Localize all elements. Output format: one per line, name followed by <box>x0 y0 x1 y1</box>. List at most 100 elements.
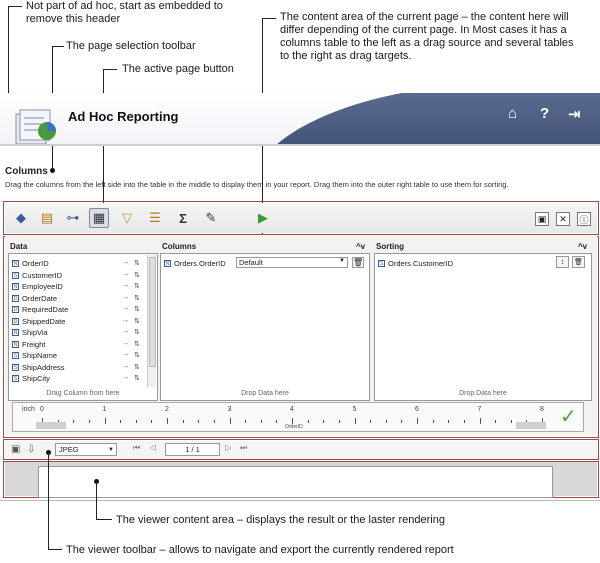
export-icon[interactable]: ⇩ <box>27 444 35 455</box>
data-panel-title: Data <box>10 242 28 251</box>
run-icon[interactable]: ▶ <box>253 208 273 228</box>
data-field-label: RequiredDate <box>22 305 69 314</box>
viewer-toolbar: ▣ ⇩ JPEG ▼ ⏮ ◁ 1 / 1 ▷ ⏭ <box>5 441 597 459</box>
add-sort-icon[interactable]: ⇅ <box>134 340 140 348</box>
grouping-icon[interactable]: ☰ <box>145 208 165 228</box>
sorting-collapse-icon[interactable]: ^v <box>578 242 587 251</box>
add-column-arrow-icon[interactable]: → <box>122 374 129 381</box>
sort-order-icon[interactable]: ↕ <box>556 256 569 268</box>
ruler-minor-tick <box>463 420 465 423</box>
checkmark-icon[interactable]: ✓ <box>560 404 577 429</box>
field-type-icon: D <box>12 294 19 302</box>
data-field-row[interactable]: S CustomerID <box>12 270 62 281</box>
columns-panel-title: Columns <box>162 242 197 251</box>
data-field-row[interactable]: N Freight <box>12 339 45 350</box>
data-field-row[interactable]: N EmployeeID <box>12 281 63 292</box>
field-type-icon: D <box>12 317 19 325</box>
ruler-tick <box>229 418 231 424</box>
next-page-icon[interactable]: ▷ <box>225 443 231 452</box>
ruler-number: 4 <box>290 406 294 413</box>
data-field-row[interactable]: N ShipVia <box>12 327 48 338</box>
add-column-arrow-icon[interactable]: → <box>122 259 129 266</box>
ruler-minor-tick <box>510 420 512 423</box>
add-sort-icon[interactable]: ⇅ <box>134 328 140 336</box>
data-field-row[interactable]: D RequiredDate <box>12 304 68 315</box>
columns-page-icon[interactable]: ▦ <box>89 208 109 228</box>
add-column-arrow-icon[interactable]: → <box>122 305 129 312</box>
data-field-label: ShipName <box>22 351 58 360</box>
add-column-arrow-icon[interactable]: → <box>122 271 129 278</box>
first-page-icon[interactable]: ⏮ <box>133 443 140 453</box>
add-column-arrow-icon[interactable]: → <box>122 294 129 301</box>
ruler-minor-tick <box>338 420 340 423</box>
save-icon[interactable]: ▣ <box>535 212 549 226</box>
ruler-minor-tick <box>73 420 75 423</box>
save-report-icon[interactable]: ▣ <box>11 444 20 455</box>
field-type-icon: N <box>12 329 19 336</box>
data-scrollbar[interactable] <box>147 255 156 387</box>
datasource-icon[interactable]: ◆ <box>11 208 31 228</box>
help-icon[interactable]: ? <box>540 105 549 122</box>
ruler-number: 6 <box>415 406 419 413</box>
add-sort-icon[interactable]: ⇅ <box>134 305 140 313</box>
format-select-value: Default <box>239 258 263 267</box>
viewer-content-area <box>38 466 553 498</box>
add-column-arrow-icon[interactable]: → <box>122 317 129 324</box>
ruler-minor-tick <box>213 420 215 423</box>
columns-collapse-icon[interactable]: ^v <box>356 242 365 251</box>
add-sort-icon[interactable]: ⇅ <box>134 294 140 302</box>
data-field-row[interactable]: N OrderID <box>12 258 49 269</box>
number-field-icon: N <box>164 260 171 267</box>
ruler-minor-tick <box>432 420 434 423</box>
data-field-label: EmployeeID <box>22 282 63 291</box>
summary-icon[interactable]: Σ <box>173 208 193 228</box>
add-column-arrow-icon[interactable]: → <box>122 282 129 289</box>
add-column-arrow-icon[interactable]: → <box>122 340 129 347</box>
add-sort-icon[interactable]: ⇅ <box>134 271 140 279</box>
ruler-minor-tick <box>323 420 325 423</box>
data-field-row[interactable]: D OrderDate <box>12 293 57 304</box>
ruler-unit: inch <box>22 406 35 413</box>
ruler-minor-tick <box>401 420 403 423</box>
logout-icon[interactable]: ⇥ <box>568 105 581 123</box>
relations-icon[interactable]: ⊶ <box>63 208 83 228</box>
data-field-row[interactable]: S ShipAddress <box>12 362 65 373</box>
add-column-arrow-icon[interactable]: → <box>122 328 129 335</box>
add-sort-icon[interactable]: ⇅ <box>134 282 140 290</box>
filter-icon[interactable]: ▽ <box>117 208 137 228</box>
add-column-arrow-icon[interactable]: → <box>122 351 129 358</box>
ruler-number: 1 <box>102 406 107 413</box>
sorting-item-label: Orders.CustomerID <box>388 259 454 268</box>
sorting-item[interactable]: S Orders.CustomerID <box>378 258 453 269</box>
data-field-label: ShippedDate <box>22 316 66 326</box>
delete-icon[interactable]: 🗑 <box>352 257 364 268</box>
data-field-row[interactable]: D ShippedDate <box>12 316 65 327</box>
ruler-tick <box>104 418 106 424</box>
page-indicator[interactable]: 1 / 1 <box>165 443 220 456</box>
add-sort-icon[interactable]: ⇅ <box>134 351 140 359</box>
last-page-icon[interactable]: ⏭ <box>240 443 247 453</box>
export-format-select[interactable]: JPEG ▼ <box>55 443 117 456</box>
delete-icon[interactable]: 🗑 <box>572 256 585 268</box>
column-format-select[interactable]: Default ▼ <box>236 257 348 268</box>
toolbar-callout: The page selection toolbar <box>66 40 196 52</box>
home-icon[interactable]: ⌂ <box>508 105 517 122</box>
edit-icon[interactable]: ✎ <box>201 208 221 228</box>
data-field-row[interactable]: S ShipName <box>12 350 57 361</box>
info-icon[interactable]: ⓘ <box>577 212 591 226</box>
add-sort-icon[interactable]: ⇅ <box>134 317 140 325</box>
add-sort-icon[interactable]: ⇅ <box>134 374 140 382</box>
column-item[interactable]: N Orders.OrderID <box>164 258 226 269</box>
close-icon[interactable]: ✕ <box>556 212 570 226</box>
column-item-label: Orders.OrderID <box>174 259 226 268</box>
data-field-row[interactable]: S ShipCity <box>12 373 50 384</box>
add-column-arrow-icon[interactable]: → <box>122 363 129 370</box>
scroll-thumb[interactable] <box>149 257 156 367</box>
add-sort-icon[interactable]: ⇅ <box>134 259 140 267</box>
field-type-icon: D <box>12 306 19 313</box>
data-field-label: ShipCity <box>22 374 50 383</box>
database-icon[interactable]: ▤ <box>37 208 57 228</box>
add-sort-icon[interactable]: ⇅ <box>134 363 140 371</box>
previous-page-icon[interactable]: ◁ <box>150 443 156 452</box>
string-field-icon: S <box>378 260 385 267</box>
